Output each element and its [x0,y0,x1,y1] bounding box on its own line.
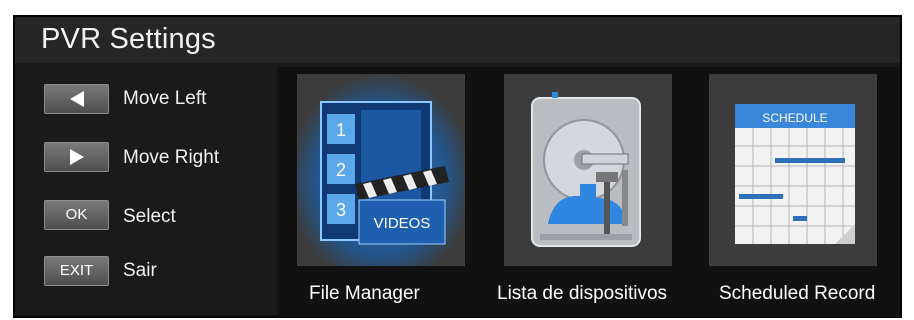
video-file-manager-icon: 1 2 3 VIDEOS [297,74,465,266]
pvr-settings-panel: PVR Settings Move Left Move Right OK Sel… [13,15,902,318]
triangle-right-icon [69,149,84,165]
move-left-key[interactable] [44,84,109,114]
lista-de-dispositivos-tile[interactable] [504,74,672,266]
move-right-key[interactable] [44,142,109,172]
hard-drive-tools-icon [531,92,641,247]
move-left-label: Move Left [123,88,207,109]
schedule-header-text: SCHEDULE [762,111,827,125]
file-manager-label: File Manager [309,283,420,304]
lista-de-dispositivos-label: Lista de dispositivos [497,283,668,304]
page-title: PVR Settings [41,23,216,55]
scheduled-record-tile[interactable]: SCHEDULE [709,74,877,266]
film-number-3: 3 [336,200,346,220]
ok-key[interactable]: OK [44,200,109,230]
select-label: Select [123,206,176,227]
exit-key[interactable]: EXIT [44,256,109,286]
title-bar: PVR Settings [15,17,900,63]
move-right-label: Move Right [123,147,220,168]
triangle-left-icon [69,91,84,107]
file-manager-tile[interactable]: 1 2 3 VIDEOS [297,74,465,266]
exit-label: Sair [123,260,157,281]
schedule-calendar-icon: SCHEDULE [735,104,855,244]
film-number-1: 1 [336,120,346,140]
scheduled-record-label: Scheduled Record [719,283,876,304]
menu-area: 1 2 3 VIDEOS File Manager Lista de dispo… [277,67,900,317]
film-number-2: 2 [336,160,346,180]
videos-text: VIDEOS [374,215,431,232]
